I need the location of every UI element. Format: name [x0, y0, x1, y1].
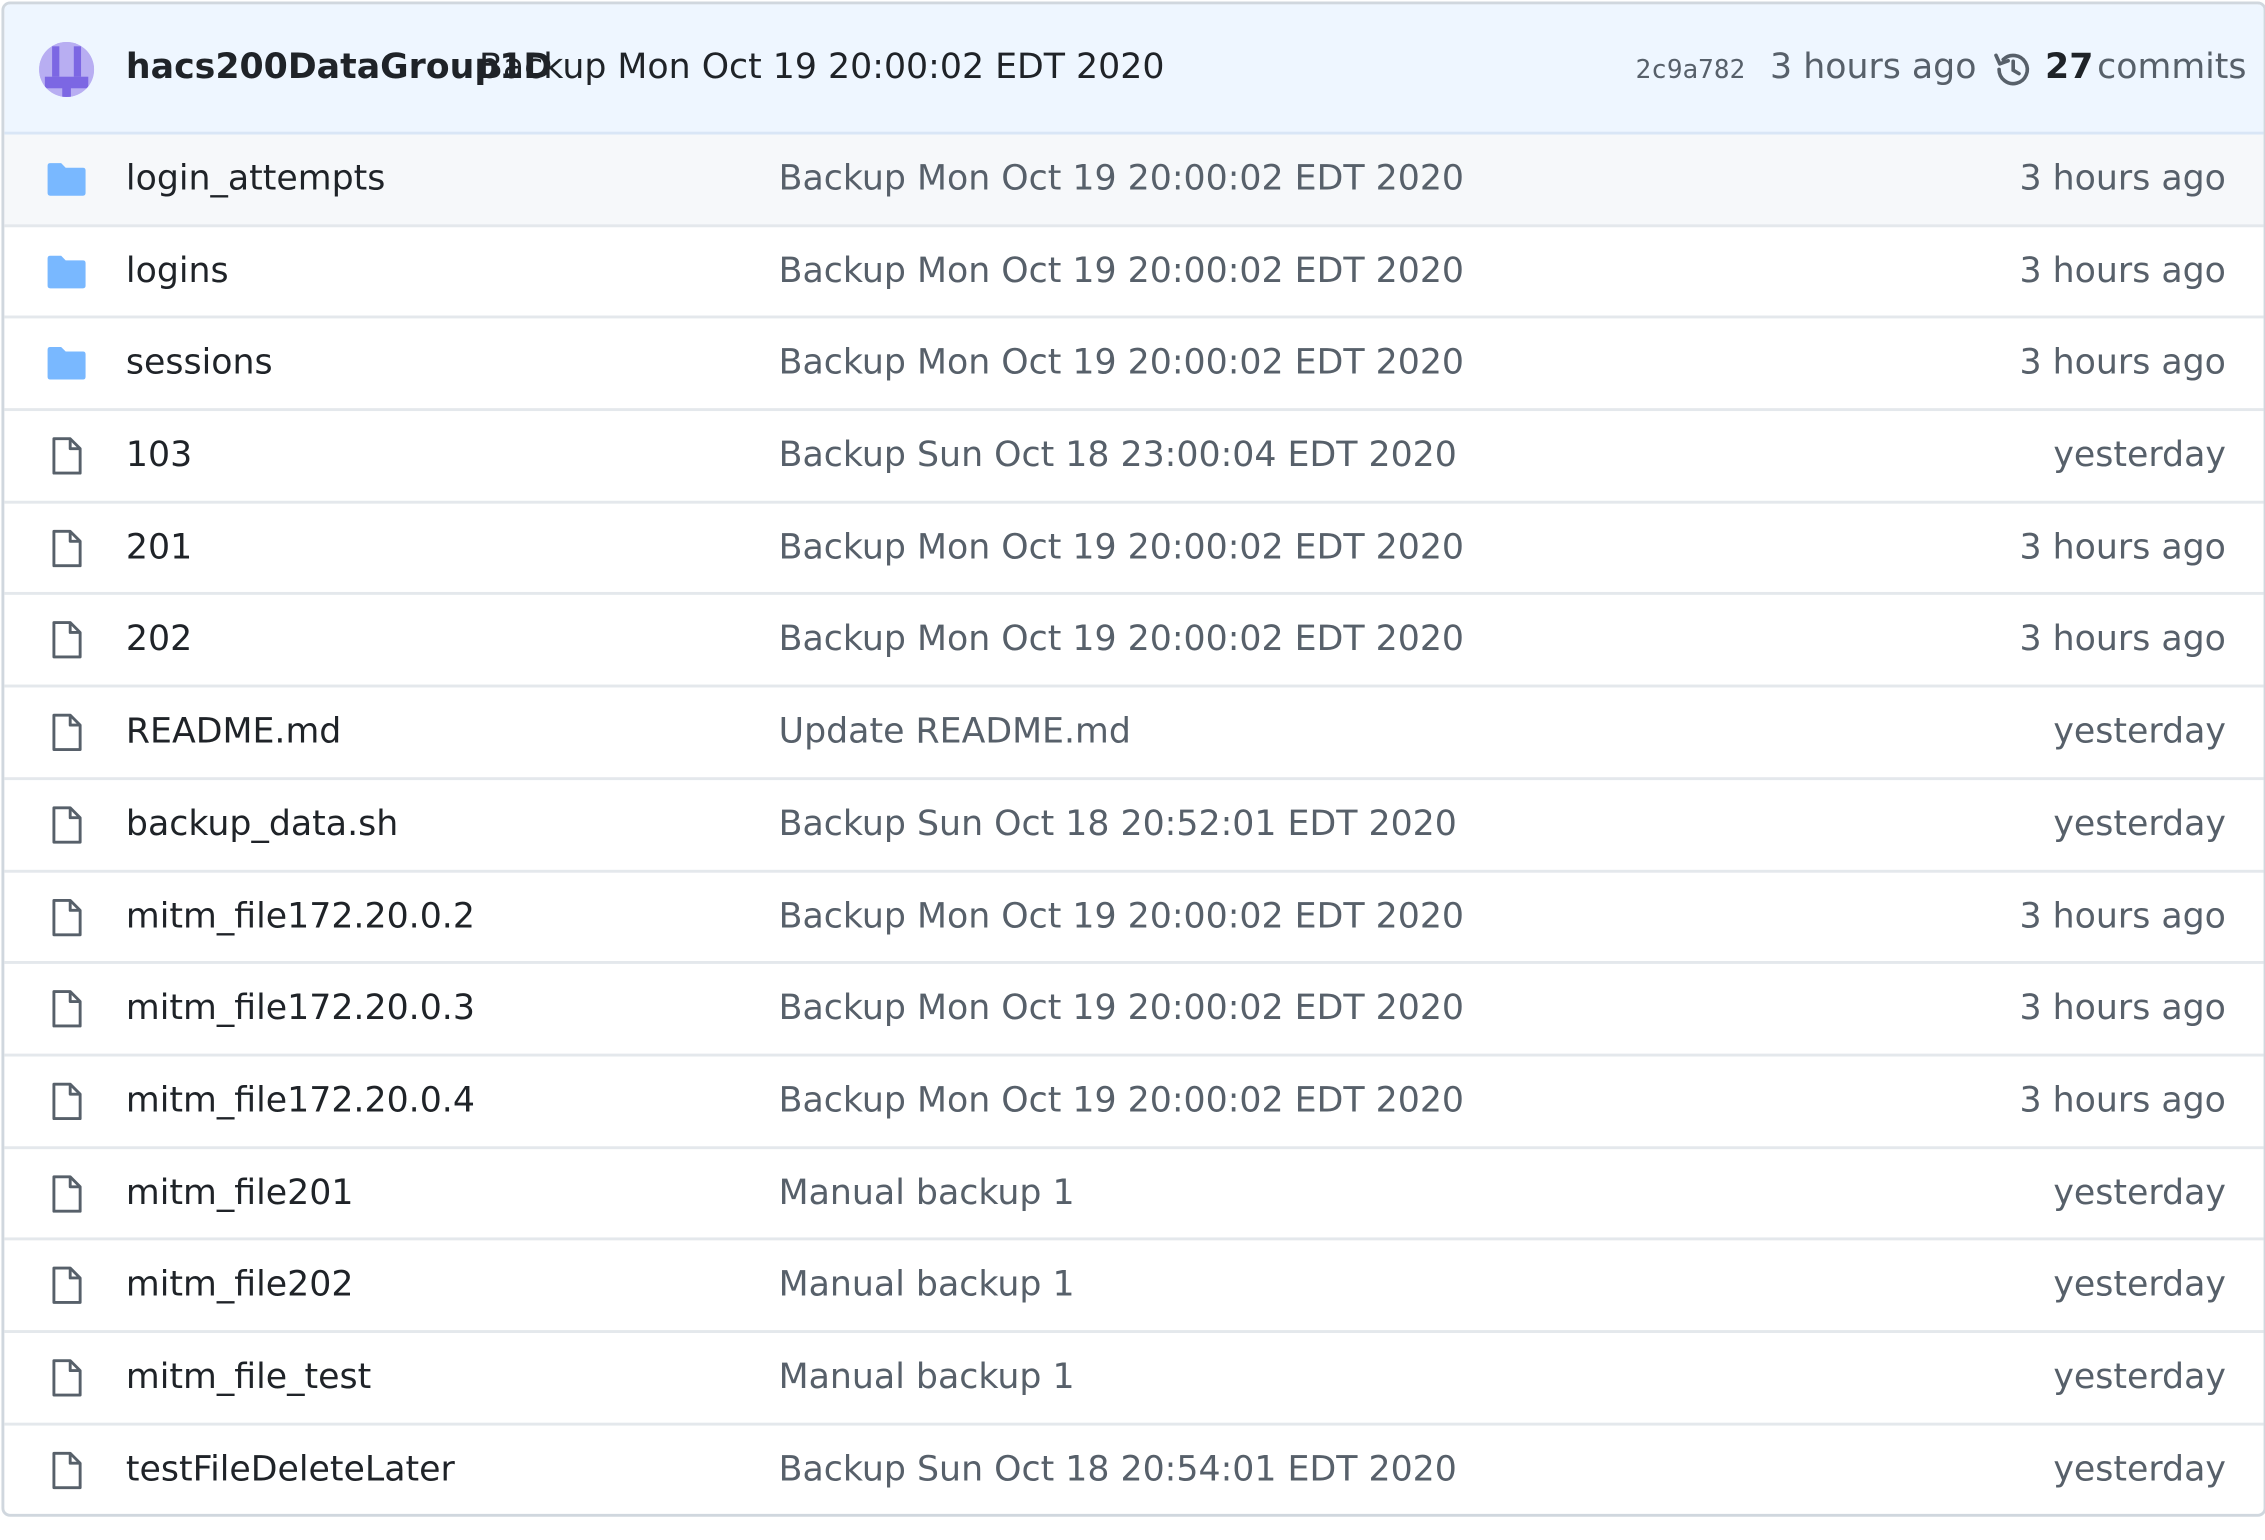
file-name-link[interactable]: backup_data.sh	[126, 803, 398, 844]
file-icon	[52, 898, 82, 936]
file-commit-age: yesterday	[2053, 1356, 2226, 1397]
file-list: login_attempts Backup Mon Oct 19 20:00:02…	[4, 134, 2264, 1515]
file-commit-age: 3 hours ago	[2019, 618, 2226, 660]
file-name-link[interactable]: 103	[126, 434, 192, 475]
file-row[interactable]: sessions Backup Mon Oct 19 20:00:02 EDT 2…	[4, 319, 2264, 412]
file-row[interactable]: mitm_file201 Manual backup 1 yesterday	[4, 1149, 2264, 1241]
file-row[interactable]: mitm_file202 Manual backup 1 yesterday	[4, 1241, 2264, 1333]
file-name-link[interactable]: mitm_file201	[126, 1172, 354, 1213]
avatar[interactable]	[39, 41, 95, 97]
file-commit-message-link[interactable]: Update README.md	[779, 711, 1131, 752]
file-commit-message-link[interactable]: Backup Sun Oct 18 20:52:01 EDT 2020	[779, 803, 1457, 844]
file-icon	[52, 529, 82, 567]
commit-sha-link[interactable]: 2c9a782	[1635, 55, 1745, 85]
commit-age: 3 hours ago	[1770, 46, 1977, 87]
latest-commit-header: hacs200DataGroup1D Backup Mon Oct 19 20:…	[4, 4, 2264, 135]
file-name-link[interactable]: mitm_file172.20.0.4	[126, 1080, 475, 1121]
file-name-link[interactable]: logins	[126, 250, 229, 291]
file-commit-message-link[interactable]: Manual backup 1	[779, 1264, 1075, 1305]
file-commit-age: yesterday	[2053, 1263, 2226, 1305]
file-name-link[interactable]: mitm_file172.20.0.3	[126, 987, 475, 1028]
file-name-link[interactable]: sessions	[126, 342, 273, 383]
file-commit-message-link[interactable]: Backup Mon Oct 19 20:00:02 EDT 2020	[779, 1080, 1464, 1121]
file-row[interactable]: backup_data.sh Backup Sun Oct 18 20:52:01…	[4, 780, 2264, 872]
file-commit-age: 3 hours ago	[2019, 1079, 2226, 1121]
file-commit-message-link[interactable]: Manual backup 1	[779, 1172, 1075, 1213]
commit-count[interactable]: 27	[2045, 46, 2093, 87]
file-commit-message-link[interactable]: Manual backup 1	[779, 1356, 1075, 1397]
file-commit-message-link[interactable]: Backup Mon Oct 19 20:00:02 EDT 2020	[779, 158, 1464, 199]
file-commit-age: yesterday	[2053, 1171, 2226, 1213]
file-commit-message-link[interactable]: Backup Mon Oct 19 20:00:02 EDT 2020	[779, 619, 1464, 660]
file-name-link[interactable]: mitm_file172.20.0.2	[126, 895, 475, 936]
avatar-identicon-icon	[39, 41, 95, 97]
file-icon	[52, 1174, 82, 1213]
file-commit-age: yesterday	[2053, 710, 2226, 752]
file-row[interactable]: testFileDeleteLater Backup Sun Oct 18 20:…	[4, 1425, 2263, 1514]
file-row[interactable]: mitm_file_test Manual backup 1 yesterday	[4, 1333, 2264, 1426]
file-name-link[interactable]: README.md	[126, 711, 341, 752]
file-commit-message-link[interactable]: Backup Mon Oct 19 20:00:02 EDT 2020	[779, 987, 1464, 1028]
file-commit-message-link[interactable]: Backup Mon Oct 19 20:00:02 EDT 2020	[779, 895, 1464, 936]
file-row[interactable]: mitm_file172.20.0.4 Backup Mon Oct 19 20:…	[4, 1056, 2264, 1149]
file-row[interactable]: README.md Update README.md yesterday	[4, 688, 2264, 780]
file-name-link[interactable]: testFileDeleteLater	[126, 1448, 455, 1489]
file-commit-message-link[interactable]: Backup Mon Oct 19 20:00:02 EDT 2020	[779, 250, 1464, 291]
file-commit-message-link[interactable]: Backup Mon Oct 19 20:00:02 EDT 2020	[779, 342, 1464, 383]
file-commit-age: 3 hours ago	[2019, 895, 2226, 936]
file-name-link[interactable]: mitm_file_test	[126, 1356, 371, 1397]
file-name-link[interactable]: mitm_file202	[126, 1264, 354, 1305]
file-row[interactable]: login_attempts Backup Mon Oct 19 20:00:02…	[4, 134, 2264, 227]
commit-message-link[interactable]: Backup Mon Oct 19 20:00:02 EDT 2020	[479, 46, 1164, 87]
folder-icon	[47, 255, 86, 288]
file-row[interactable]: mitm_file172.20.0.2 Backup Mon Oct 19 20:…	[4, 872, 2264, 965]
file-name-link[interactable]: 202	[126, 619, 192, 660]
file-row[interactable]: 201 Backup Mon Oct 19 20:00:02 EDT 2020 3 …	[4, 503, 2264, 596]
file-commit-age: 3 hours ago	[2019, 249, 2226, 291]
file-row[interactable]: mitm_file172.20.0.3 Backup Mon Oct 19 20:…	[4, 964, 2264, 1057]
file-commit-age: 3 hours ago	[2019, 342, 2226, 383]
commit-count-label[interactable]: commits	[2097, 46, 2246, 87]
repository-file-browser: hacs200DataGroup1D Backup Mon Oct 19 20:…	[1, 1, 2265, 1518]
file-row[interactable]: logins Backup Mon Oct 19 20:00:02 EDT 202…	[4, 227, 2264, 319]
folder-icon	[47, 347, 86, 381]
file-commit-age: yesterday	[2053, 802, 2226, 844]
file-icon	[52, 1451, 82, 1489]
file-icon	[52, 1266, 82, 1305]
file-name-link[interactable]: login_attempts	[126, 158, 385, 199]
history-icon[interactable]	[1991, 48, 2034, 91]
file-icon	[52, 1359, 82, 1397]
file-commit-message-link[interactable]: Backup Mon Oct 19 20:00:02 EDT 2020	[779, 526, 1464, 567]
file-icon	[52, 990, 82, 1028]
file-icon	[52, 437, 82, 475]
file-name-link[interactable]: 201	[126, 526, 192, 567]
file-commit-age: yesterday	[2053, 434, 2226, 475]
file-icon	[52, 713, 82, 752]
file-commit-message-link[interactable]: Backup Sun Oct 18 23:00:04 EDT 2020	[779, 434, 1457, 475]
file-commit-message-link[interactable]: Backup Sun Oct 18 20:54:01 EDT 2020	[779, 1448, 1457, 1489]
folder-icon	[47, 163, 86, 196]
file-commit-age: yesterday	[2053, 1448, 2226, 1489]
file-row[interactable]: 103 Backup Sun Oct 18 23:00:04 EDT 2020 ye…	[4, 411, 2264, 504]
file-icon	[52, 1082, 82, 1120]
file-icon	[52, 621, 82, 659]
file-commit-age: 3 hours ago	[2019, 157, 2226, 199]
file-row[interactable]: 202 Backup Mon Oct 19 20:00:02 EDT 2020 3 …	[4, 595, 2264, 688]
file-commit-age: 3 hours ago	[2019, 987, 2226, 1028]
file-icon	[52, 806, 82, 844]
page-scale-wrapper: hacs200DataGroup1D Backup Mon Oct 19 20:…	[0, 0, 2265, 1540]
file-commit-age: 3 hours ago	[2019, 526, 2226, 567]
